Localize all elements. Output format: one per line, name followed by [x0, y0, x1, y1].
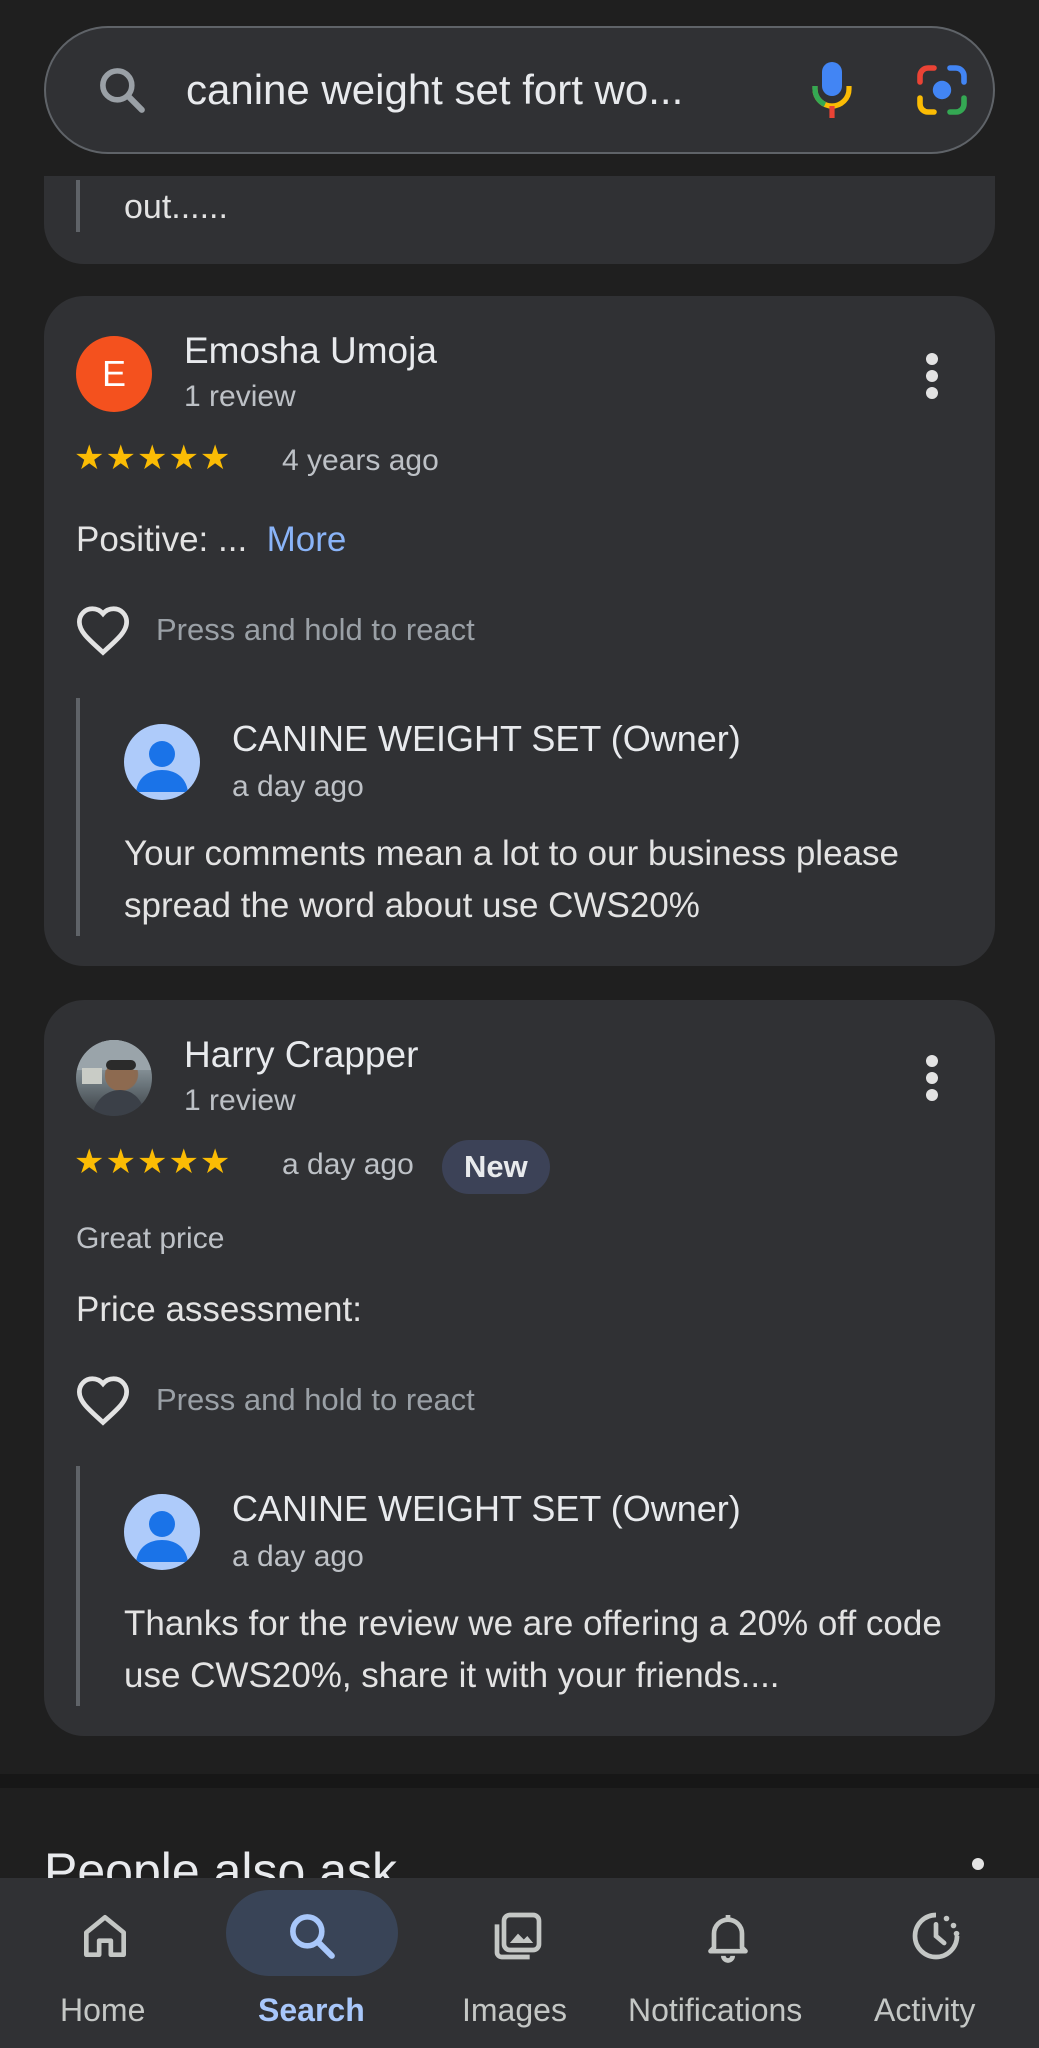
review-body: Positive: ... More [76, 520, 346, 560]
nav-images[interactable]: Images [454, 1878, 584, 2048]
nav-activity[interactable]: Activity [862, 1878, 1012, 2048]
bell-icon [708, 1915, 748, 1963]
profile-photo [76, 1040, 152, 1116]
reply-indent-bar [76, 180, 80, 232]
home-icon [84, 1915, 126, 1957]
section-divider [0, 1774, 1039, 1788]
heart-icon[interactable] [74, 604, 132, 656]
nav-label: Search [258, 1992, 365, 2028]
reply-indent-bar [76, 1466, 80, 1706]
owner-reply-time: a day ago [232, 1540, 364, 1573]
bottom-nav: Home Search Images Notifications Activit… [0, 1878, 1039, 2048]
nav-notifications[interactable]: Notifications [620, 1878, 834, 2048]
review-body: Price assessment: [76, 1290, 362, 1329]
owner-avatar [124, 1494, 200, 1570]
nav-search[interactable]: Search [224, 1878, 400, 2048]
more-options-icon[interactable] [970, 1856, 986, 1876]
reviewer-name[interactable]: Emosha Umoja [184, 330, 437, 372]
react-hint[interactable]: Press and hold to react [156, 1382, 475, 1418]
review-card: E Emosha Umoja 1 review ★★★★★ 4 years ag… [44, 296, 995, 966]
person-icon [136, 741, 188, 792]
page: canine weight set fort wo... out...... E [0, 0, 1039, 2048]
owner-name: CANINE WEIGHT SET (Owner) [232, 718, 741, 759]
nav-label: Notifications [628, 1992, 803, 2028]
activity-icon [912, 1912, 960, 1960]
top-bar: canine weight set fort wo... [0, 0, 1039, 176]
react-hint[interactable]: Press and hold to react [156, 612, 475, 648]
star-rating: ★★★★★ [74, 1143, 232, 1181]
nav-label: Images [462, 1992, 567, 2028]
images-icon [494, 1912, 542, 1960]
more-options-icon[interactable] [924, 352, 940, 400]
nav-label: Home [60, 1992, 146, 2028]
avatar-letter: E [101, 353, 126, 394]
new-badge: New [442, 1140, 550, 1194]
reviewer-review-count: 1 review [184, 380, 296, 413]
search-query[interactable]: canine weight set fort wo... [186, 66, 683, 114]
review-text-tail: out...... [124, 188, 228, 226]
review-body-text: Positive: ... [76, 520, 248, 559]
search-box[interactable]: canine weight set fort wo... [44, 26, 995, 154]
nav-label: Activity [874, 1992, 976, 2028]
reviewer-avatar[interactable] [76, 1040, 152, 1116]
reply-indent-bar [76, 698, 80, 936]
price-tag: Great price [76, 1222, 225, 1255]
heart-icon[interactable] [74, 1374, 132, 1426]
mic-icon[interactable] [810, 60, 854, 120]
owner-avatar [124, 724, 200, 800]
star-rating: ★★★★★ [74, 439, 232, 477]
lens-icon[interactable] [914, 62, 970, 118]
owner-name: CANINE WEIGHT SET (Owner) [232, 1488, 741, 1529]
review-card: Harry Crapper 1 review ★★★★★ a day ago N… [44, 1000, 995, 1736]
reviewer-avatar[interactable]: E [76, 336, 152, 412]
review-time: a day ago [282, 1148, 414, 1181]
owner-reply-text: Thanks for the review we are offering a … [124, 1604, 942, 1695]
search-icon [290, 1914, 335, 1959]
owner-reply-time: a day ago [232, 770, 364, 803]
more-link[interactable]: More [267, 520, 347, 559]
search-icon[interactable] [94, 62, 150, 118]
review-time: 4 years ago [282, 444, 439, 477]
person-icon [136, 1511, 188, 1562]
reviewer-name[interactable]: Harry Crapper [184, 1034, 418, 1076]
owner-reply-text: Your comments mean a lot to our business… [124, 834, 899, 925]
nav-home[interactable]: Home [40, 1878, 170, 2048]
reviewer-review-count: 1 review [184, 1084, 296, 1117]
more-options-icon[interactable] [924, 1054, 940, 1102]
